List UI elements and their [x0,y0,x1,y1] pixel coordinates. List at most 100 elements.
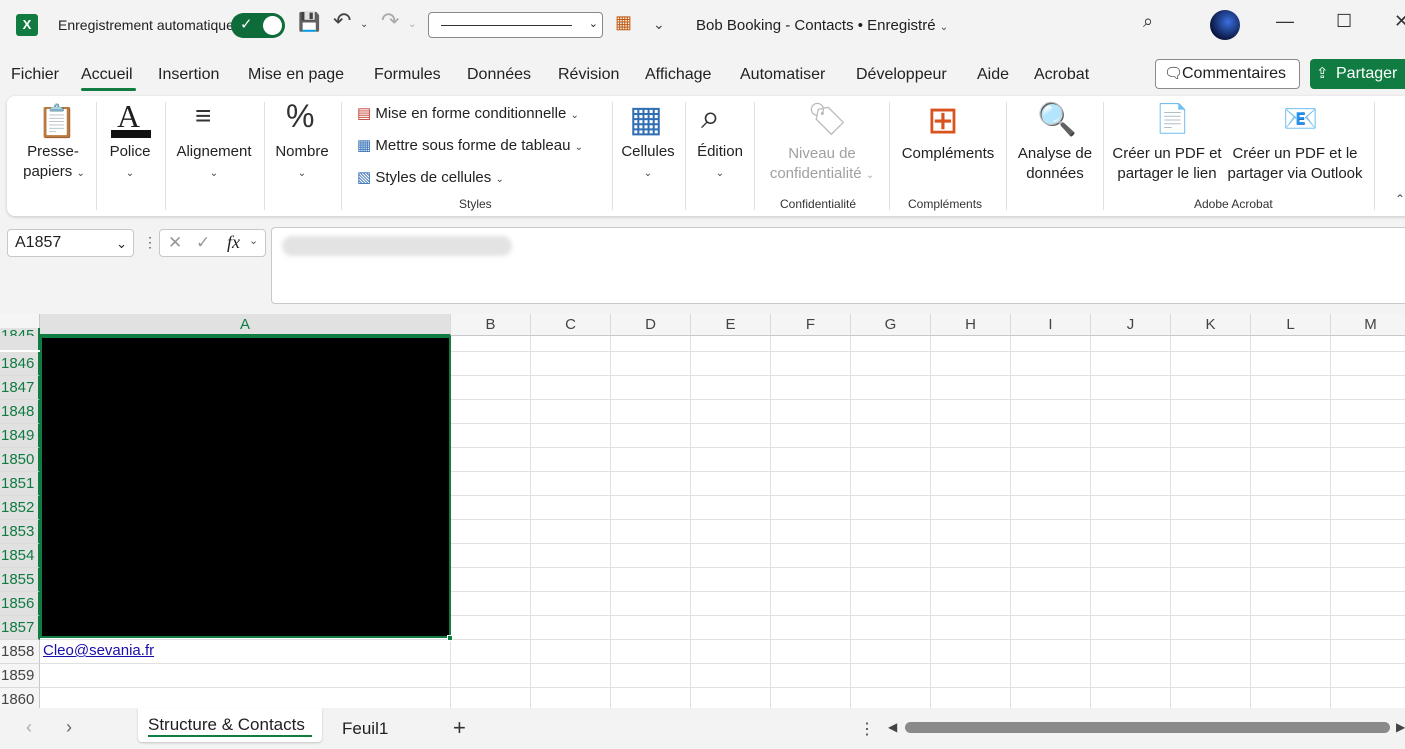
chevron-down-icon: ⌄ [116,236,127,251]
grid-line [1330,336,1331,708]
tab-mise-en-page[interactable]: Mise en page [248,66,344,84]
sensitivity-icon: 🏷 [807,101,848,137]
column-header[interactable]: D [611,314,691,336]
fill-handle[interactable] [447,635,453,641]
row-header[interactable]: 1859 [0,664,40,688]
column-header[interactable]: B [451,314,531,336]
chevron-right-icon[interactable]: › [66,717,72,738]
row-header[interactable]: 1853 [0,520,40,544]
grid-line [1250,336,1251,708]
tab-automatiser[interactable]: Automatiser [740,66,825,84]
undo-icon[interactable]: ↶ [333,8,351,34]
save-icon[interactable]: 💾 [298,12,320,33]
enter-icon[interactable]: ✓ [196,233,210,253]
row-header[interactable]: 1852 [0,496,40,520]
cell-styles-button[interactable]: ▧ Styles de cellules ⌄ [357,168,504,186]
sensitivity-label-1: Niveau de [788,145,856,162]
row-header[interactable]: 1849 [0,424,40,448]
spreadsheet-grid[interactable]: A B C D E F G H I J K L M 1845 1846 1847… [0,314,1405,708]
column-header[interactable]: C [531,314,611,336]
document-title[interactable]: Bob Booking - Contacts • Enregistré ⌄ [696,17,948,34]
column-header[interactable]: F [771,314,851,336]
row-header[interactable]: 1848 [0,400,40,424]
row-header[interactable]: 1850 [0,448,40,472]
tab-donnees[interactable]: Données [467,66,531,84]
formula-bar: A1857 ⌄ ⋮ ✕ ✓ fx ⌄ [0,226,1405,306]
name-box[interactable]: A1857 ⌄ [7,229,134,257]
cancel-icon[interactable]: ✕ [168,233,182,253]
percent-icon: % [286,98,315,134]
table-icon[interactable]: ▦ [615,12,632,33]
clipboard-label-2: papiers ⌄ [23,163,85,180]
maximize-icon[interactable]: ☐ [1336,11,1352,32]
comments-button[interactable]: 🗨 Commentaires [1155,59,1300,89]
alignment-label: Alignement [176,143,252,160]
sheet-tab-structure-contacts[interactable]: Structure & Contacts [138,708,322,742]
row-header[interactable]: 1857 [0,616,40,640]
more-options-icon[interactable]: ⋮ [143,234,157,251]
chevron-left-icon[interactable]: ‹ [26,717,32,738]
chevron-down-icon: ⌄ [297,168,307,179]
format-as-table-button[interactable]: ▦ Mettre sous forme de tableau ⌄ [357,136,583,154]
border-style-dropdown[interactable]: ⌄ [428,12,603,38]
column-header[interactable]: I [1011,314,1091,336]
row-header[interactable]: 1846 [0,352,40,376]
column-header[interactable]: A [40,314,451,336]
column-header[interactable]: E [691,314,771,336]
grid-line [930,336,931,708]
tab-formules[interactable]: Formules [374,66,441,84]
collapse-ribbon-icon[interactable]: ⌃ [1395,192,1405,206]
avatar[interactable] [1210,10,1240,40]
insert-function-button[interactable]: fx [227,232,240,253]
redo-icon[interactable]: ↷ [381,8,399,34]
tab-accueil[interactable]: Accueil [81,66,133,84]
column-header[interactable]: H [931,314,1011,336]
autosave-toggle[interactable]: ✓ [231,13,285,38]
cell-email-link[interactable]: Cleo@sevania.fr [43,642,154,659]
search-icon[interactable]: ⌕ [1143,11,1153,32]
horizontal-scrollbar[interactable] [905,722,1390,733]
add-sheet-button[interactable]: + [453,715,466,741]
grid-line [690,336,691,708]
column-header[interactable]: G [851,314,931,336]
tab-fichier[interactable]: Fichier [11,66,59,84]
title-bar: X Enregistrement automatique ✓ 💾 ↶ ⌄ ↷ ⌄… [0,0,1405,50]
row-header[interactable]: 1860 [0,688,40,708]
row-header[interactable]: 1854 [0,544,40,568]
sheet-tab-feuil1[interactable]: Feuil1 [342,719,388,739]
ribbon-separator [889,102,890,210]
column-header[interactable]: L [1251,314,1331,336]
tab-insertion[interactable]: Insertion [158,66,219,84]
customize-icon[interactable]: ⌄ [653,16,665,33]
close-icon[interactable]: ✕ [1394,11,1405,32]
share-button[interactable]: ⇪ Partager [1310,59,1405,89]
addins-label: Compléments [901,145,995,162]
more-options-icon[interactable]: ⋮ [859,719,875,739]
cell-styles-icon: ▧ [357,169,372,186]
column-header[interactable]: M [1331,314,1405,336]
row-header[interactable]: 1856 [0,592,40,616]
undo-dropdown-icon[interactable]: ⌄ [360,19,368,30]
formula-controls: ✕ ✓ fx ⌄ [159,229,266,257]
selected-range-redacted[interactable] [40,336,451,638]
column-header[interactable]: J [1091,314,1171,336]
redo-dropdown-icon[interactable]: ⌄ [408,19,416,30]
tab-acrobat[interactable]: Acrobat [1034,66,1089,84]
group-label-styles: Styles [459,197,492,211]
tab-aide[interactable]: Aide [977,66,1009,84]
row-header[interactable]: 1851 [0,472,40,496]
scroll-left-icon[interactable]: ◀ [888,720,897,734]
row-header[interactable]: 1847 [0,376,40,400]
tab-revision[interactable]: Révision [558,66,619,84]
row-header[interactable]: 1855 [0,568,40,592]
minimize-icon[interactable]: — [1276,11,1294,32]
tab-developpeur[interactable]: Développeur [856,66,947,84]
column-header[interactable]: K [1171,314,1251,336]
row-header[interactable]: 1858 [0,640,40,664]
analyze-icon: 🔍 [1037,101,1077,137]
ribbon-separator [1006,102,1007,210]
scroll-right-icon[interactable]: ▶ [1396,720,1405,734]
formula-input[interactable] [271,227,1405,304]
tab-affichage[interactable]: Affichage [645,66,711,84]
conditional-formatting-button[interactable]: ▤ Mise en forme conditionnelle ⌄ [357,104,579,122]
